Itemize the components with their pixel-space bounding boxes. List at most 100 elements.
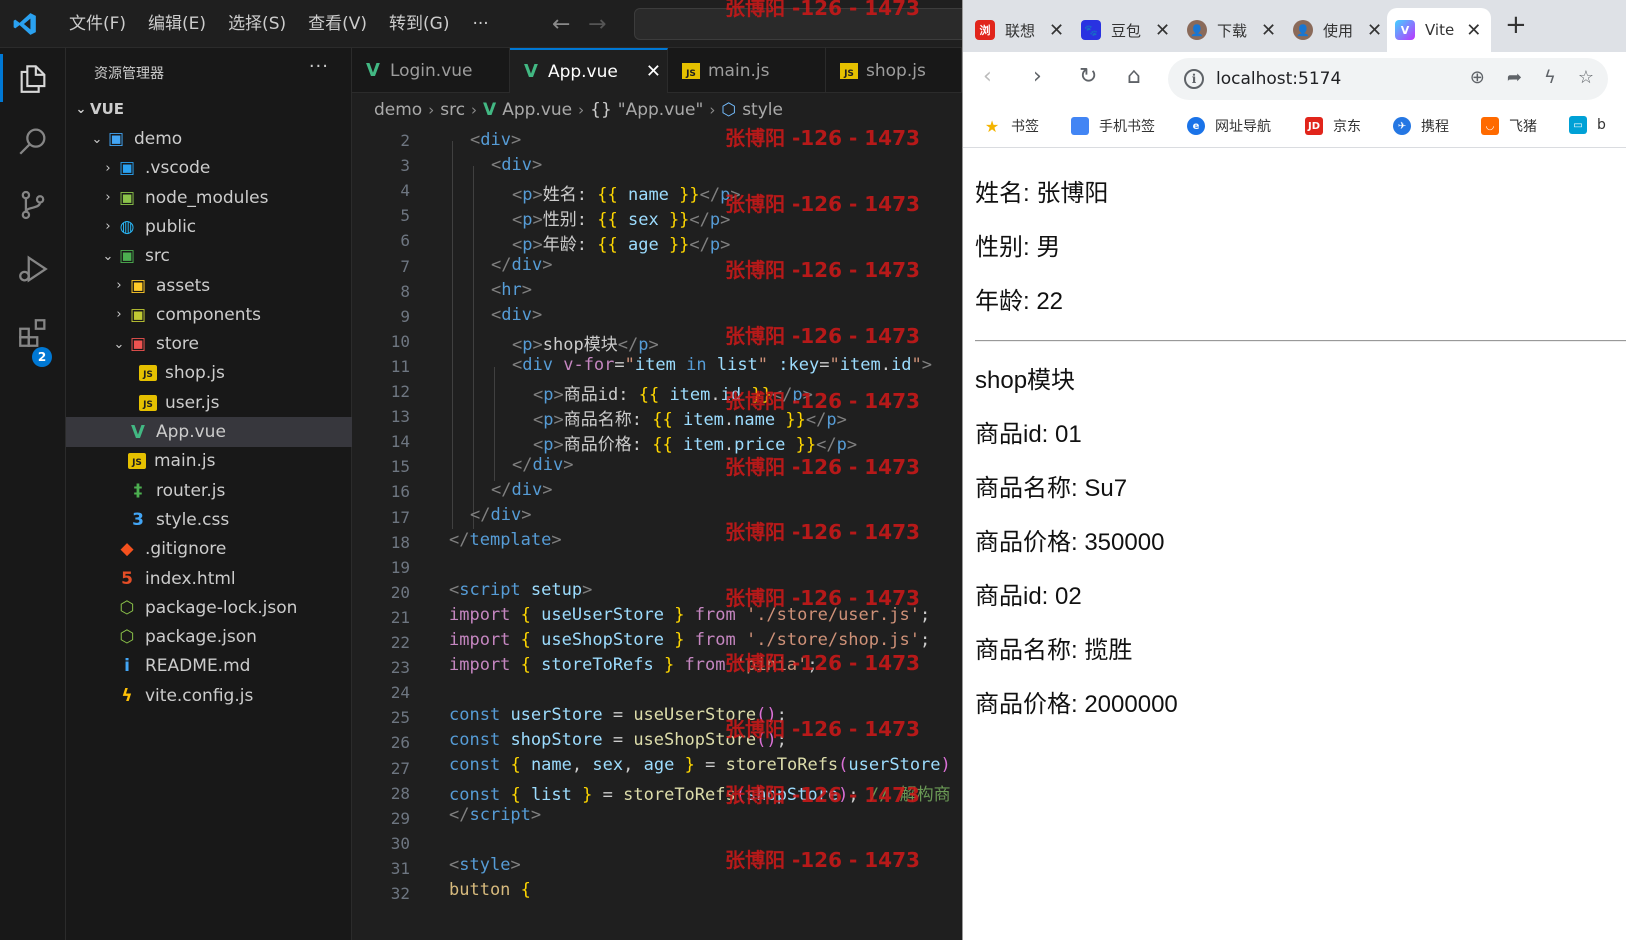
close-icon[interactable]: ✕	[646, 61, 661, 82]
menu-edit[interactable]: 编辑(E)	[137, 9, 217, 39]
vue-file-icon: V	[524, 61, 538, 82]
chevron-right-icon[interactable]: ›	[110, 278, 128, 293]
tree-item[interactable]: › ▣ node_modules	[66, 183, 352, 213]
menu-view[interactable]: 查看(V)	[297, 9, 378, 39]
close-icon[interactable]: ✕	[1367, 20, 1382, 41]
back-icon[interactable]: ‹	[983, 64, 992, 89]
share-icon[interactable]: ➦	[1507, 67, 1522, 88]
tree-item[interactable]: ⌄ ▣ src	[66, 241, 352, 271]
line-number: 32	[390, 884, 410, 903]
run-debug-icon[interactable]	[16, 252, 50, 286]
tree-item[interactable]: › ◍ public	[66, 212, 352, 242]
forward-icon[interactable]: ›	[1033, 64, 1042, 89]
tree-item[interactable]: ⌄ ▣ store	[66, 329, 352, 359]
menu-go[interactable]: 转到(G)	[378, 9, 460, 39]
chevron-right-icon[interactable]: ›	[99, 161, 117, 176]
tree-item[interactable]: ⬡ package.json	[66, 622, 352, 652]
line-number: 31	[390, 858, 410, 878]
tree-item[interactable]: ‡ router.js	[66, 476, 352, 506]
extensions-icon[interactable]	[16, 316, 50, 350]
bookmark-item[interactable]: ▭ b	[1569, 116, 1606, 134]
chevron-down-icon[interactable]: ⌄	[88, 132, 106, 147]
bookmarks-bar: ★ 书签 手机书签 e 网址导航 JD 京东 ✈ 携程 ◡ 飞猪 ▭ b	[963, 106, 1626, 148]
tab-app-vue[interactable]: V App.vue ✕	[510, 48, 668, 93]
close-icon[interactable]: ✕	[1261, 20, 1276, 41]
tree-item[interactable]: i README.md	[66, 651, 352, 681]
browser-tab-lenovo[interactable]: 浏 联想 ✕	[963, 8, 1069, 52]
tree-item[interactable]: ⌄ ▣ demo	[66, 124, 352, 154]
tree-item-label: store	[156, 334, 199, 355]
close-icon[interactable]: ✕	[1155, 20, 1170, 41]
tree-item[interactable]: V App.vue	[66, 417, 352, 447]
tree-item[interactable]: JS main.js	[66, 446, 352, 476]
chevron-down-icon[interactable]: ⌄	[110, 337, 128, 352]
tree-item[interactable]: 3 style.css	[66, 505, 352, 535]
bookmark-item[interactable]: ✈ 携程	[1393, 116, 1449, 136]
bookmark-item[interactable]: ★ 书签	[983, 116, 1039, 136]
browser-tab-download[interactable]: 👤 下载 ✕	[1175, 8, 1281, 52]
breadcrumb-app-vue[interactable]: App.vue	[502, 100, 572, 120]
close-icon[interactable]: ✕	[1466, 20, 1481, 41]
menu-file[interactable]: 文件(F)	[58, 9, 137, 39]
back-arrow-icon[interactable]: ←	[552, 12, 570, 37]
source-control-icon[interactable]	[16, 188, 50, 222]
bookmark-item[interactable]: JD 京东	[1305, 116, 1361, 136]
line-number: 12	[390, 382, 410, 401]
tree-item[interactable]: ϟ vite.config.js	[66, 681, 352, 711]
tree-item[interactable]: JS shop.js	[66, 358, 352, 388]
tree-item[interactable]: › ▣ .vscode	[66, 153, 352, 183]
vite-file-icon: ϟ	[121, 685, 133, 706]
tree-item-label: .gitignore	[145, 539, 227, 560]
address-bar[interactable]: i localhost:5174 ⊕ ➦ ϟ ☆	[1168, 58, 1608, 100]
explorer-more-button[interactable]: ···	[309, 56, 329, 77]
node-json-icon: ⬡	[119, 627, 135, 648]
browser-tab-usage[interactable]: 👤 使用 ✕	[1281, 8, 1387, 52]
forward-arrow-icon[interactable]: →	[588, 12, 606, 37]
lightning-icon[interactable]: ϟ	[1544, 67, 1556, 88]
watermark-text: 张博阳 -126 - 1473	[725, 324, 920, 348]
menu-more-button[interactable]: ···	[460, 14, 500, 34]
address-bar-actions: ⊕ ➦ ϟ ☆	[1470, 67, 1594, 88]
chevron-right-icon[interactable]: ›	[99, 219, 117, 234]
tree-item[interactable]: › ▣ components	[66, 300, 352, 330]
tree-item[interactable]: › ▣ assets	[66, 271, 352, 301]
browser-tab-doubao[interactable]: 🐾 豆包 ✕	[1069, 8, 1175, 52]
folder-public-icon: ◍	[119, 216, 135, 237]
chevron-right-icon[interactable]: ›	[110, 307, 128, 322]
explorer-icon[interactable]	[16, 62, 50, 96]
editor-tabs: V Login.vue V App.vue ✕ JS main.js JS sh…	[352, 48, 962, 93]
tree-item[interactable]: ◆ .gitignore	[66, 534, 352, 564]
zoom-icon[interactable]: ⊕	[1470, 67, 1485, 88]
chevron-down-icon[interactable]: ⌄	[99, 249, 117, 264]
bookmark-item[interactable]: e 网址导航	[1187, 116, 1271, 136]
bookmark-label: 网址导航	[1215, 119, 1271, 135]
braces-icon: {}	[590, 100, 612, 120]
browser-tab-vite[interactable]: V Vite ✕	[1387, 8, 1491, 52]
reload-icon[interactable]: ↻	[1079, 64, 1097, 89]
tab-shop-js[interactable]: JS shop.js	[826, 48, 962, 93]
watermark-text: 张博阳 -126 - 1473	[725, 455, 920, 479]
tab-login-vue[interactable]: V Login.vue	[352, 48, 510, 93]
info-icon[interactable]: i	[1184, 69, 1204, 89]
vscode-window: 文件(F) 编辑(E) 选择(S) 查看(V) 转到(G) ··· ← → 2	[0, 0, 962, 940]
workspace-root[interactable]: ⌄ VUE	[66, 94, 352, 124]
menu-selection[interactable]: 选择(S)	[217, 9, 297, 39]
tree-item[interactable]: JS user.js	[66, 388, 352, 418]
search-icon[interactable]	[16, 124, 50, 158]
bookmark-item[interactable]: ◡ 飞猪	[1481, 116, 1537, 136]
close-icon[interactable]: ✕	[1049, 20, 1064, 41]
chevron-right-icon[interactable]: ›	[99, 190, 117, 205]
breadcrumb-demo[interactable]: demo	[374, 100, 422, 120]
tree-item[interactable]: 5 index.html	[66, 564, 352, 594]
breadcrumb-style[interactable]: style	[742, 100, 783, 120]
home-icon[interactable]: ⌂	[1127, 64, 1141, 89]
bookmark-item[interactable]: 手机书签	[1071, 116, 1155, 136]
tab-main-js[interactable]: JS main.js	[668, 48, 826, 93]
web-page-content: 姓名: 张博阳 性别: 男 年龄: 22 shop模块 商品id: 01 商品名…	[963, 149, 1626, 940]
tree-item[interactable]: ⬡ package-lock.json	[66, 593, 352, 623]
star-icon[interactable]: ☆	[1578, 67, 1594, 88]
breadcrumb-sfc[interactable]: "App.vue"	[618, 100, 704, 120]
new-tab-button[interactable]: +	[1505, 10, 1527, 40]
watermark-text: 张博阳 -126 - 1473	[725, 848, 920, 872]
breadcrumb-src[interactable]: src	[440, 100, 465, 120]
